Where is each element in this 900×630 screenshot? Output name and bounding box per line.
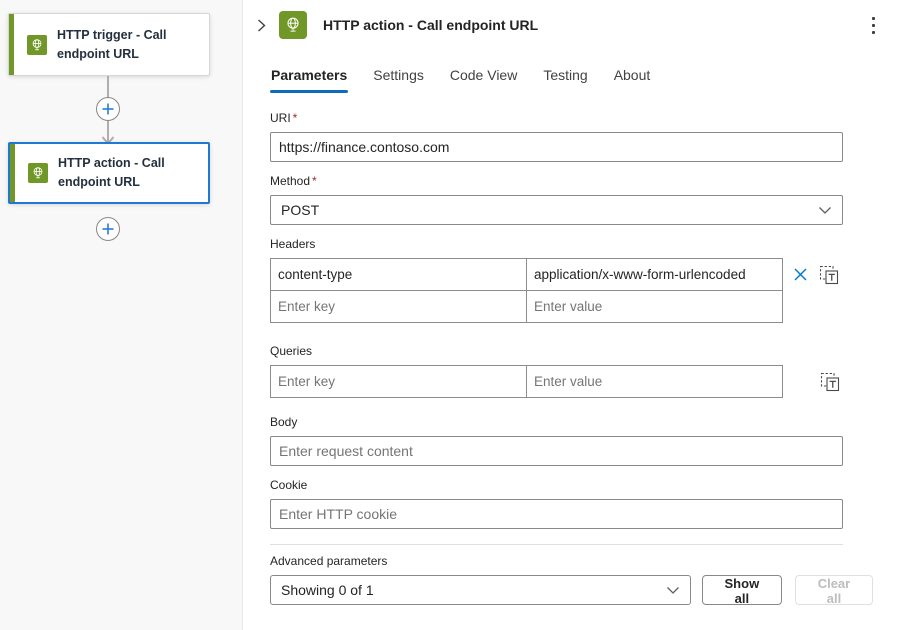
required-asterisk: *: [312, 174, 317, 188]
header-row: [270, 258, 783, 291]
tab-about[interactable]: About: [613, 64, 652, 93]
node-accent-bar: [9, 14, 14, 75]
advanced-dropdown-value: Showing 0 of 1: [281, 582, 666, 598]
chevron-right-icon[interactable]: [249, 13, 273, 37]
header-key-input[interactable]: [271, 291, 526, 322]
advanced-parameters-dropdown[interactable]: Showing 0 of 1: [270, 575, 691, 605]
clear-all-button[interactable]: Clear all: [795, 575, 873, 605]
required-asterisk: *: [293, 111, 298, 125]
action-details-panel: HTTP action - Call endpoint URL Paramete…: [243, 0, 900, 630]
query-value-input[interactable]: [527, 366, 782, 397]
header-value-input[interactable]: [527, 259, 782, 290]
queries-table: [270, 365, 873, 398]
tab-testing[interactable]: Testing: [542, 64, 588, 93]
panel-header: HTTP action - Call endpoint URL: [243, 0, 900, 50]
switch-to-text-mode-icon[interactable]: [819, 371, 841, 393]
delete-x-icon[interactable]: [789, 264, 811, 286]
more-vertical-icon[interactable]: [860, 12, 886, 38]
headers-table: [270, 258, 873, 323]
action-node-title: HTTP action - Call endpoint URL: [58, 154, 198, 192]
add-action-button[interactable]: [96, 217, 120, 241]
body-label: Body: [270, 415, 873, 429]
header-key-input[interactable]: [271, 259, 526, 290]
method-value: POST: [281, 202, 818, 218]
tab-code-view[interactable]: Code View: [449, 64, 518, 93]
headers-label: Headers: [270, 237, 873, 251]
tab-parameters[interactable]: Parameters: [270, 64, 348, 93]
globe-icon: [28, 163, 48, 183]
method-label: Method*: [270, 174, 873, 188]
header-row-empty: [270, 290, 783, 323]
show-all-button[interactable]: Show all: [702, 575, 782, 605]
action-node[interactable]: HTTP action - Call endpoint URL: [8, 142, 210, 204]
panel-title[interactable]: HTTP action - Call endpoint URL: [323, 17, 538, 33]
cookie-input[interactable]: [270, 499, 843, 529]
query-key-input[interactable]: [271, 366, 526, 397]
chevron-down-icon: [666, 582, 680, 598]
method-dropdown[interactable]: POST: [270, 195, 843, 225]
cookie-label: Cookie: [270, 478, 873, 492]
body-input[interactable]: [270, 436, 843, 466]
trigger-node[interactable]: HTTP trigger - Call endpoint URL: [8, 13, 210, 76]
switch-to-text-mode-icon[interactable]: [818, 264, 840, 286]
workflow-canvas[interactable]: HTTP trigger - Call endpoint URL: [0, 0, 243, 630]
tab-bar: Parameters Settings Code View Testing Ab…: [270, 64, 900, 93]
queries-label: Queries: [270, 344, 873, 358]
add-action-button[interactable]: [96, 97, 120, 121]
section-divider: [270, 544, 843, 545]
globe-icon: [279, 11, 307, 39]
tab-settings[interactable]: Settings: [372, 64, 425, 93]
trigger-node-title: HTTP trigger - Call endpoint URL: [57, 26, 199, 64]
query-row-empty: [270, 365, 783, 398]
parameters-form: URI* Method* POST Headers: [243, 93, 873, 605]
uri-input[interactable]: [270, 132, 843, 162]
advanced-parameters-label: Advanced parameters: [270, 554, 873, 568]
advanced-parameters-row: Showing 0 of 1 Show all Clear all: [270, 575, 873, 605]
chevron-down-icon: [818, 202, 832, 218]
node-accent-bar: [10, 144, 15, 202]
globe-icon: [27, 35, 47, 55]
uri-label: URI*: [270, 111, 873, 125]
header-value-input[interactable]: [527, 291, 782, 322]
